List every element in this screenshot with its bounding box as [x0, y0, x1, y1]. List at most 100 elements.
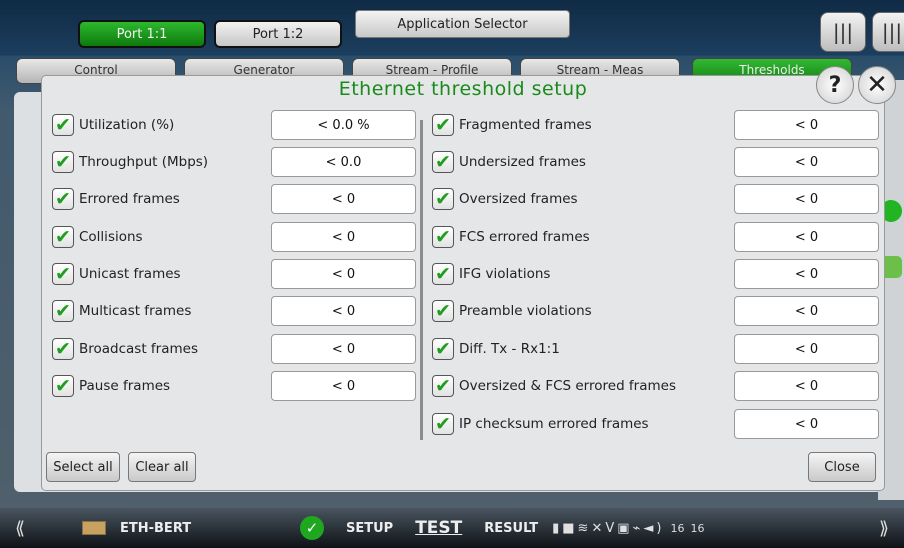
oversized-fcs-threshold-input[interactable]: < 0	[734, 371, 879, 401]
wifi-icon: ≋	[577, 520, 592, 536]
screen-icon: ▣	[617, 520, 633, 536]
dialog-title: Ethernet threshold setup	[338, 78, 588, 100]
threshold-dialog: Ethernet threshold setup ? ✕ ✔ Utilizati…	[42, 66, 896, 490]
nav-left-arrow-icon[interactable]: ⟪	[0, 510, 40, 546]
threshold-row-pause: ✔ Pause frames	[52, 371, 170, 401]
threshold-row-preamble: ✔ Preamble violations	[432, 296, 592, 326]
diff-tx-rx-checkbox[interactable]: ✔	[432, 338, 454, 360]
threshold-row-oversized: ✔ Oversized frames	[432, 184, 578, 214]
fragmented-checkbox[interactable]: ✔	[432, 114, 454, 136]
errored-frames-label: Errored frames	[79, 191, 180, 207]
nav-right-arrow-icon[interactable]: ⟫	[864, 510, 904, 546]
oversized-threshold-input[interactable]: < 0	[734, 184, 879, 214]
fragmented-threshold-input[interactable]: < 0	[734, 110, 879, 140]
multicast-threshold-input[interactable]: < 0	[271, 296, 416, 326]
threshold-row-diff-tx-rx: ✔ Diff. Tx - Rx1:1	[432, 334, 560, 364]
status-check-icon: ✓	[300, 516, 324, 540]
ifg-violations-threshold-input[interactable]: < 0	[734, 259, 879, 289]
panel-toggle-icon-2[interactable]: |||	[872, 12, 904, 52]
application-selector-button[interactable]: Application Selector	[355, 10, 570, 38]
port-tab-1-2[interactable]: Port 1:2	[214, 20, 342, 48]
throughput-threshold-input[interactable]: < 0.0	[271, 147, 416, 177]
ip-checksum-checkbox[interactable]: ✔	[432, 413, 454, 435]
threshold-row-broadcast: ✔ Broadcast frames	[52, 334, 198, 364]
errored-frames-checkbox[interactable]: ✔	[52, 188, 74, 210]
threshold-row-undersized: ✔ Undersized frames	[432, 147, 586, 177]
port-tab-1-1[interactable]: Port 1:1	[78, 20, 206, 48]
threshold-row-fcs-errored: ✔ FCS errored frames	[432, 222, 590, 252]
select-all-button[interactable]: Select all	[46, 452, 120, 482]
clear-all-button[interactable]: Clear all	[128, 452, 196, 482]
unicast-checkbox[interactable]: ✔	[52, 263, 74, 285]
ifg-violations-checkbox[interactable]: ✔	[432, 263, 454, 285]
fcs-errored-checkbox[interactable]: ✔	[432, 226, 454, 248]
utilization-threshold-input[interactable]: < 0.0 %	[271, 110, 416, 140]
module-icon	[82, 521, 106, 535]
ifg-violations-label: IFG violations	[459, 266, 551, 282]
throughput-label: Throughput (Mbps)	[79, 154, 209, 170]
status-time-a: 16	[670, 521, 685, 535]
test-button[interactable]: TEST	[415, 518, 462, 538]
preamble-checkbox[interactable]: ✔	[432, 300, 454, 322]
fragmented-label: Fragmented frames	[459, 117, 592, 133]
multicast-label: Multicast frames	[79, 303, 192, 319]
v-icon: V	[605, 520, 618, 536]
bluetooth-icon: ✕	[591, 520, 606, 536]
diff-tx-rx-threshold-input[interactable]: < 0	[734, 334, 879, 364]
collisions-threshold-input[interactable]: < 0	[271, 222, 416, 252]
threshold-row-throughput: ✔ Throughput (Mbps)	[52, 147, 208, 177]
threshold-row-utilization: ✔ Utilization (%)	[52, 110, 174, 140]
result-button[interactable]: RESULT	[484, 521, 538, 536]
utilization-label: Utilization (%)	[79, 117, 175, 133]
collisions-label: Collisions	[79, 229, 143, 245]
threshold-row-errored-frames: ✔ Errored frames	[52, 184, 180, 214]
threshold-row-fragmented: ✔ Fragmented frames	[432, 110, 592, 140]
threshold-row-oversized-fcs: ✔ Oversized & FCS errored frames	[432, 371, 676, 401]
battery-icon: ▮	[552, 520, 563, 536]
threshold-row-collisions: ✔ Collisions	[52, 222, 143, 252]
ip-checksum-label: IP checksum errored frames	[459, 416, 649, 432]
oversized-checkbox[interactable]: ✔	[432, 188, 454, 210]
threshold-row-unicast: ✔ Unicast frames	[52, 259, 181, 289]
undersized-label: Undersized frames	[459, 154, 586, 170]
threshold-row-ip-checksum: ✔ IP checksum errored frames	[432, 409, 649, 439]
broadcast-label: Broadcast frames	[79, 341, 198, 357]
errored-frames-threshold-input[interactable]: < 0	[271, 184, 416, 214]
oversized-fcs-label: Oversized & FCS errored frames	[459, 378, 676, 394]
diff-tx-rx-label: Diff. Tx - Rx1:1	[459, 341, 560, 357]
broadcast-threshold-input[interactable]: < 0	[271, 334, 416, 364]
volume-icon: ◄)	[643, 520, 665, 536]
preamble-label: Preamble violations	[459, 303, 592, 319]
pause-label: Pause frames	[79, 378, 171, 394]
undersized-checkbox[interactable]: ✔	[432, 151, 454, 173]
preamble-threshold-input[interactable]: < 0	[734, 296, 879, 326]
ip-checksum-threshold-input[interactable]: < 0	[734, 409, 879, 439]
fcs-errored-label: FCS errored frames	[459, 229, 590, 245]
utilization-checkbox[interactable]: ✔	[52, 114, 74, 136]
module-name[interactable]: ETH-BERT	[120, 521, 270, 536]
broadcast-checkbox[interactable]: ✔	[52, 338, 74, 360]
unicast-label: Unicast frames	[79, 266, 181, 282]
help-icon[interactable]: ?	[816, 66, 854, 104]
fcs-errored-threshold-input[interactable]: < 0	[734, 222, 879, 252]
close-icon[interactable]: ✕	[858, 66, 896, 104]
column-divider	[420, 120, 423, 440]
setup-button[interactable]: SETUP	[346, 521, 393, 536]
threshold-row-multicast: ✔ Multicast frames	[52, 296, 191, 326]
camera-icon: ■	[562, 520, 578, 536]
multicast-checkbox[interactable]: ✔	[52, 300, 74, 322]
pause-checkbox[interactable]: ✔	[52, 375, 74, 397]
collisions-checkbox[interactable]: ✔	[52, 226, 74, 248]
oversized-label: Oversized frames	[459, 191, 578, 207]
undersized-threshold-input[interactable]: < 0	[734, 147, 879, 177]
status-icons-group: ▮■≋✕V▣⌁◄)	[552, 521, 664, 536]
oversized-fcs-checkbox[interactable]: ✔	[432, 375, 454, 397]
close-button[interactable]: Close	[808, 452, 876, 482]
pause-threshold-input[interactable]: < 0	[271, 371, 416, 401]
status-bar: ⟪ ETH-BERT ✓ SETUP TEST RESULT ▮■≋✕V▣⌁◄)…	[0, 508, 904, 548]
panel-toggle-icon[interactable]: |||	[820, 12, 866, 52]
throughput-checkbox[interactable]: ✔	[52, 151, 74, 173]
threshold-row-ifg-violations: ✔ IFG violations	[432, 259, 550, 289]
unicast-threshold-input[interactable]: < 0	[271, 259, 416, 289]
status-time-b: 16	[690, 521, 705, 535]
